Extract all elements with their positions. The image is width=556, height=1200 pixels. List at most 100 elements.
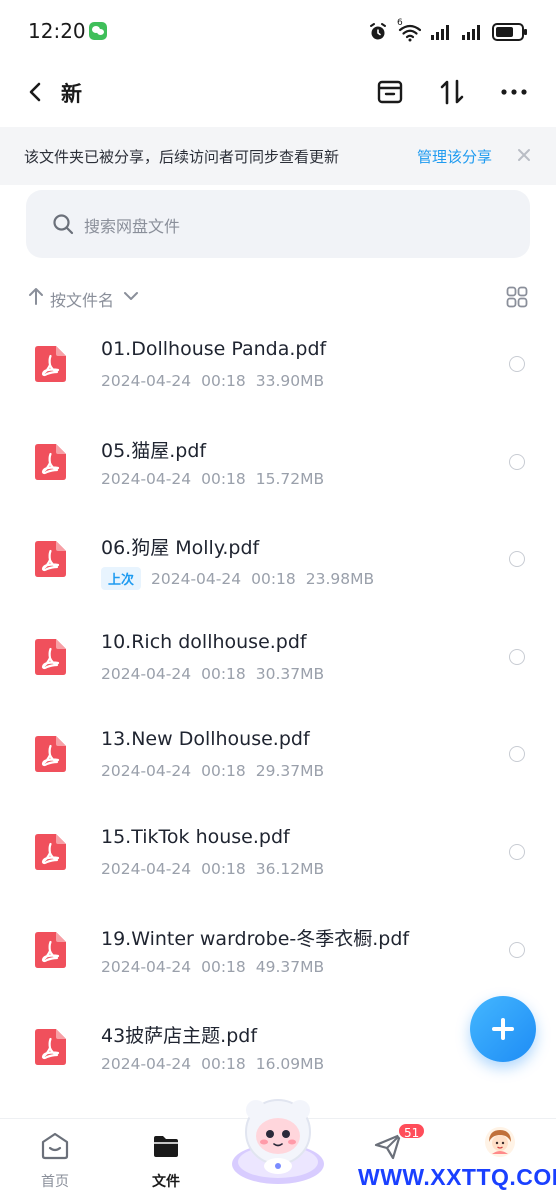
sort-button[interactable] <box>438 78 466 106</box>
select-checkbox[interactable] <box>509 941 525 958</box>
file-time: 00:18 <box>201 1055 246 1074</box>
file-time: 00:18 <box>201 664 246 683</box>
signal-icon <box>431 25 449 40</box>
tab-files-label: 文件 <box>152 1174 180 1190</box>
close-icon[interactable] <box>516 147 532 163</box>
file-meta: 2024-04-24 00:18 15.72MB <box>101 470 334 488</box>
file-name: 13.New Dollhouse.pdf <box>101 728 310 751</box>
file-name: 06.狗屋 Molly.pdf <box>101 537 260 560</box>
back-icon[interactable] <box>24 80 48 104</box>
file-date: 2024-04-24 <box>101 469 192 488</box>
file-size: 36.12MB <box>255 859 325 878</box>
file-row[interactable]: 13.New Dollhouse.pdf 2024-04-24 00:18 29… <box>0 715 556 813</box>
file-row[interactable]: 05.猫屋.pdf 2024-04-24 00:18 15.72MB <box>0 423 556 521</box>
status-icons: 6 <box>368 18 528 44</box>
file-date: 2024-04-24 <box>101 664 192 683</box>
nav-actions <box>376 78 528 106</box>
watermark: WWW.XXTTQ.COM <box>358 1164 556 1190</box>
file-name: 19.Winter wardrobe-冬季衣橱.pdf <box>101 927 410 950</box>
chevron-down-icon[interactable] <box>123 290 139 302</box>
pdf-file-icon <box>35 736 66 773</box>
tab-files[interactable]: 文件 <box>116 1119 216 1200</box>
sort-up-icon[interactable] <box>28 286 44 306</box>
select-checkbox[interactable] <box>509 551 525 568</box>
archive-button[interactable] <box>376 78 404 106</box>
file-row[interactable]: 06.狗屋 Molly.pdf 上次 2024-04-24 00:18 23.9… <box>0 520 556 618</box>
select-checkbox[interactable] <box>509 648 525 665</box>
manage-share-link[interactable]: 管理该分享 <box>417 146 492 167</box>
file-name: 10.Rich dollhouse.pdf <box>101 630 307 653</box>
alarm-icon <box>370 23 386 40</box>
file-meta: 2024-04-24 00:18 30.37MB <box>101 665 334 683</box>
tab-home[interactable]: 首页 <box>5 1119 105 1200</box>
sort-row: 按文件名 <box>0 282 556 312</box>
wifi-icon: 6 <box>397 18 421 42</box>
more-icon <box>501 89 527 95</box>
file-row[interactable]: 19.Winter wardrobe-冬季衣橱.pdf 2024-04-24 0… <box>0 911 556 1009</box>
select-checkbox[interactable] <box>509 746 525 763</box>
battery-icon <box>492 23 527 41</box>
file-name: 01.Dollhouse Panda.pdf <box>101 338 327 360</box>
file-time: 00:18 <box>201 469 246 488</box>
pdf-file-icon <box>35 638 66 675</box>
file-name: 43披萨店主题.pdf <box>101 1025 258 1048</box>
search-input[interactable]: 搜索网盘文件 <box>26 190 530 258</box>
sort-label[interactable]: 按文件名 <box>50 287 114 311</box>
sort-arrows-icon <box>440 79 464 105</box>
add-button[interactable] <box>470 996 536 1062</box>
file-size: 49.37MB <box>255 957 325 976</box>
file-meta: 2024-04-24 00:18 36.12MB <box>101 860 334 878</box>
mascot-button[interactable] <box>226 1092 330 1186</box>
select-checkbox[interactable] <box>509 453 525 470</box>
file-date: 2024-04-24 <box>151 569 242 588</box>
signal-icon-2 <box>462 25 480 40</box>
network-superscript: 6 <box>397 18 403 28</box>
file-name: 15.TikTok house.pdf <box>101 825 290 848</box>
file-time: 00:18 <box>201 957 246 976</box>
file-row[interactable]: 01.Dollhouse Panda.pdf 2024-04-24 00:18 … <box>0 325 556 423</box>
last-opened-badge: 上次 <box>101 567 142 591</box>
file-time: 00:18 <box>201 372 246 390</box>
share-banner: 该文件夹已被分享，后续访问者可同步查看更新 管理该分享 <box>0 127 556 185</box>
file-meta: 2024-04-24 00:18 16.09MB <box>101 1055 334 1073</box>
avatar[interactable] <box>484 1126 516 1158</box>
file-name: 05.猫屋.pdf <box>101 439 207 462</box>
file-size: 16.09MB <box>255 1055 325 1074</box>
file-time: 00:18 <box>251 569 296 588</box>
pdf-file-icon <box>35 931 66 968</box>
folder-icon <box>154 1136 178 1157</box>
pdf-file-icon <box>35 1029 66 1066</box>
select-checkbox[interactable] <box>509 843 525 860</box>
pdf-file-icon <box>35 833 66 870</box>
status-bar: 12:20 6 <box>0 0 556 64</box>
file-meta: 2024-04-24 00:18 29.37MB <box>101 762 334 780</box>
grid-view-icon[interactable] <box>506 286 528 308</box>
share-banner-text: 该文件夹已被分享，后续访问者可同步查看更新 <box>24 148 340 166</box>
file-size: 29.37MB <box>255 762 325 781</box>
file-date: 2024-04-24 <box>101 762 192 781</box>
pdf-file-icon <box>35 346 66 382</box>
status-time: 12:20 <box>28 19 86 43</box>
file-size: 30.37MB <box>255 664 325 683</box>
archive-icon <box>377 80 403 104</box>
messages-badge: 51 <box>397 1122 427 1140</box>
tab-home-label: 首页 <box>41 1174 69 1190</box>
file-time: 00:18 <box>201 859 246 878</box>
wechat-notification-icon <box>89 22 107 40</box>
file-date: 2024-04-24 <box>101 859 192 878</box>
file-list: 01.Dollhouse Panda.pdf 2024-04-24 00:18 … <box>0 325 556 1106</box>
select-checkbox[interactable] <box>509 356 525 372</box>
more-button[interactable] <box>500 78 528 106</box>
file-date: 2024-04-24 <box>101 1055 192 1074</box>
file-row[interactable]: 10.Rich dollhouse.pdf 2024-04-24 00:18 3… <box>0 618 556 716</box>
pdf-file-icon <box>35 443 66 480</box>
file-row[interactable]: 15.TikTok house.pdf 2024-04-24 00:18 36.… <box>0 813 556 911</box>
home-icon <box>41 1132 69 1160</box>
file-date: 2024-04-24 <box>101 372 192 390</box>
file-size: 33.90MB <box>255 372 325 390</box>
pdf-file-icon <box>35 541 66 578</box>
page-title: 新 <box>61 82 82 106</box>
file-meta: 2024-04-24 00:18 33.90MB <box>101 372 334 390</box>
file-meta: 上次 2024-04-24 00:18 23.98MB <box>101 567 384 591</box>
file-time: 00:18 <box>201 762 246 781</box>
